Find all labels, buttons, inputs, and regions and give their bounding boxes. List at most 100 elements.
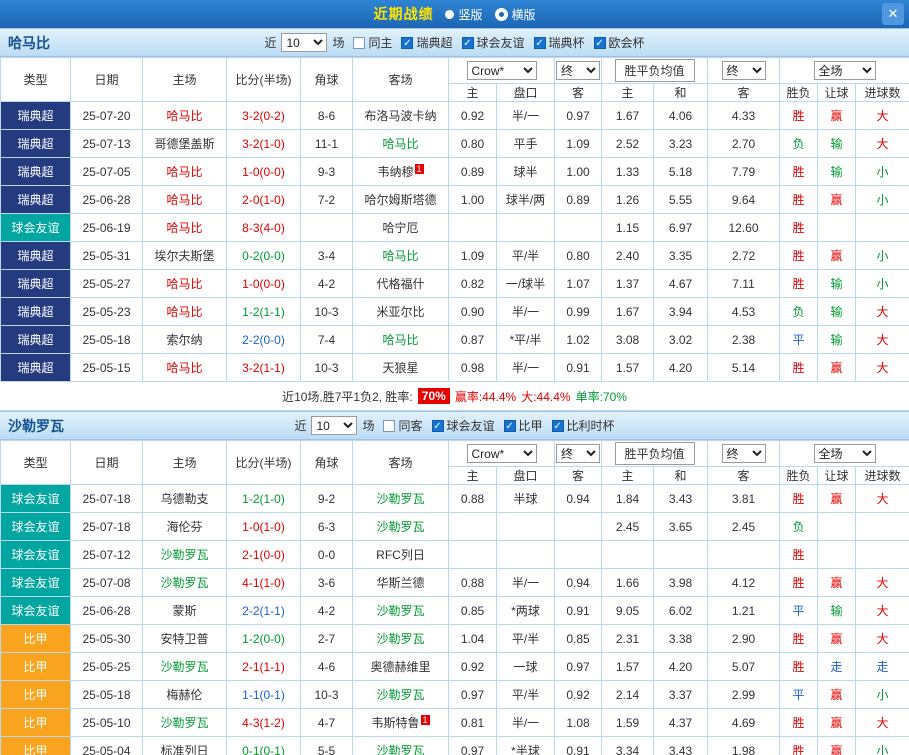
res-handicap-cell: 赢: [817, 241, 857, 270]
filter-checkbox[interactable]: 同客: [383, 417, 423, 434]
bookmaker-select[interactable]: Crow*: [466, 61, 537, 80]
bookmaker-select-cell: Crow*: [448, 440, 555, 467]
avg-away: 4.53: [731, 304, 756, 319]
date: 25-07-20: [82, 108, 131, 123]
odds-away: 0.97: [566, 108, 590, 123]
window-title: 近期战绩: [373, 6, 434, 22]
checkbox-checked-icon[interactable]: ✓: [551, 419, 564, 432]
res-goals: 大: [876, 137, 889, 151]
avg-away-cell: [707, 540, 781, 569]
layout-radio-horizontal[interactable]: 横版: [494, 6, 536, 23]
avg-home-cell: 2.14: [601, 680, 654, 709]
avg-home: 1.84: [615, 491, 640, 506]
avg-home: 1.66: [615, 575, 640, 590]
filter-checkbox[interactable]: ✓ 球会友谊: [431, 417, 495, 434]
avg-draw: 4.20: [668, 659, 693, 674]
res-handicap: 赢: [830, 744, 843, 755]
home: 哈马比: [166, 193, 203, 207]
res-outcome-cell: 负: [779, 297, 819, 326]
filter-checkbox[interactable]: ✓ 欧会杯: [593, 34, 645, 51]
final-avg-select[interactable]: 终: [721, 444, 766, 463]
avg-odds-label: 胜平负均值: [614, 59, 695, 82]
layout-radio-vertical[interactable]: 竖版: [445, 6, 483, 23]
corners: 10-3: [314, 687, 339, 702]
away: 沙勒罗瓦: [376, 632, 425, 646]
odds-home: 1.09: [460, 248, 485, 263]
scope-select[interactable]: 全场: [813, 61, 876, 80]
final-odds-select-cell: 终: [554, 440, 602, 467]
odds-line-cell: 球半/两: [496, 185, 555, 214]
res-handicap: 输: [830, 604, 843, 618]
avg-draw: 3.35: [668, 248, 693, 263]
home: 梅赫伦: [166, 688, 203, 702]
checkbox-checked-icon[interactable]: ✓: [593, 36, 606, 49]
league: 比甲: [23, 660, 48, 674]
match-row: 瑞典超 25-07-05 哈马比 1-0(0-0) 9-3 韦纳穆 1 0.89 球半 1.00 1…: [0, 157, 909, 186]
checkbox-checked-icon[interactable]: ✓: [503, 419, 516, 432]
close-button[interactable]: ✕: [882, 3, 904, 25]
filter-checkbox[interactable]: ✓ 瑞典超: [401, 34, 453, 51]
res-handicap-cell: [817, 540, 857, 569]
col-avg-draw-header: 和: [652, 83, 709, 102]
corners: 7-4: [317, 332, 336, 347]
col-home-header: 主场: [142, 57, 227, 102]
col-type-header: 类型: [0, 440, 71, 485]
date-cell: 25-05-30: [70, 624, 143, 653]
date: 25-05-04: [82, 743, 131, 755]
radio-selected-icon[interactable]: [494, 7, 508, 21]
avg-draw-cell: 3.43: [652, 484, 709, 513]
date: 25-06-19: [82, 220, 131, 235]
away-cell: 沙勒罗瓦: [352, 484, 449, 513]
avg-away: 5.14: [731, 360, 756, 375]
checkbox-checked-icon[interactable]: ✓: [431, 419, 444, 432]
corners: 10-3: [314, 304, 339, 319]
col-handicap-header: 让球: [817, 83, 857, 102]
score: 8-3(4-0): [242, 220, 285, 235]
avg-home: 2.40: [615, 248, 640, 263]
filter-checkbox[interactable]: ✓ 球会友谊: [461, 34, 525, 51]
filter-checkbox[interactable]: ✓ 比甲: [503, 417, 543, 434]
league-cell: 比甲: [0, 624, 71, 653]
odds-away-cell: 0.97: [554, 652, 602, 681]
bookmaker-select[interactable]: Crow*: [466, 444, 537, 463]
checkbox-checked-icon[interactable]: ✓: [461, 36, 474, 49]
res-goals-cell: 小: [855, 269, 909, 298]
corners-cell: 7-4: [300, 325, 353, 354]
odds-home: 0.82: [460, 276, 485, 291]
filter-checkbox[interactable]: 同主: [353, 34, 392, 51]
filter-checkbox[interactable]: ✓ 瑞典杯: [533, 34, 585, 51]
match-count-select[interactable]: 10: [311, 416, 358, 435]
final-avg-select[interactable]: 终: [721, 61, 766, 80]
league-cell: 瑞典超: [0, 241, 71, 270]
col-type-header: 类型: [0, 57, 71, 102]
col-odds-away-header: 客: [554, 466, 602, 485]
radio-unselected-icon[interactable]: [445, 9, 455, 19]
score-cell: 2-2(1-1): [226, 596, 301, 625]
res-handicap-cell: 赢: [817, 484, 857, 513]
res-outcome: 胜: [792, 548, 805, 562]
avg-draw: 3.94: [668, 304, 693, 319]
checkbox-unchecked-icon[interactable]: [383, 419, 396, 432]
home-cell: 索尔纳: [142, 325, 227, 354]
final-odds-select[interactable]: 终: [556, 444, 600, 463]
date-cell: 25-07-13: [70, 129, 143, 158]
avg-draw: 3.37: [668, 687, 693, 702]
final-odds-select[interactable]: 终: [556, 61, 600, 80]
date: 25-05-31: [82, 248, 131, 263]
checkbox-checked-icon[interactable]: ✓: [401, 36, 414, 49]
odds-home-cell: 0.90: [448, 297, 497, 326]
checkbox-checked-icon[interactable]: ✓: [533, 36, 546, 49]
match-count-select[interactable]: 10: [281, 33, 328, 52]
away-cell: 沙勒罗瓦: [352, 596, 449, 625]
match-row: 球会友谊 25-06-19 哈马比 8-3(4-0) 哈宁厄 1.15 6.97 12.60 胜: [0, 213, 909, 242]
odds-away-cell: 0.89: [554, 185, 602, 214]
res-outcome: 胜: [792, 249, 805, 263]
checkbox-unchecked-icon[interactable]: [353, 36, 366, 49]
filter-checkbox[interactable]: ✓ 比利时杯: [551, 417, 615, 434]
odds-line-cell: 半/一: [496, 297, 555, 326]
scope-select[interactable]: 全场: [813, 444, 876, 463]
res-outcome-cell: 胜: [779, 157, 819, 186]
away-cell: 哈尔姆斯塔德: [352, 185, 449, 214]
final-avg-select-cell: 终: [707, 440, 781, 467]
match-row: 球会友谊 25-07-18 海伦芬 1-0(1-0) 6-3 沙勒罗瓦 2.45 3.65 2.…: [0, 512, 909, 541]
